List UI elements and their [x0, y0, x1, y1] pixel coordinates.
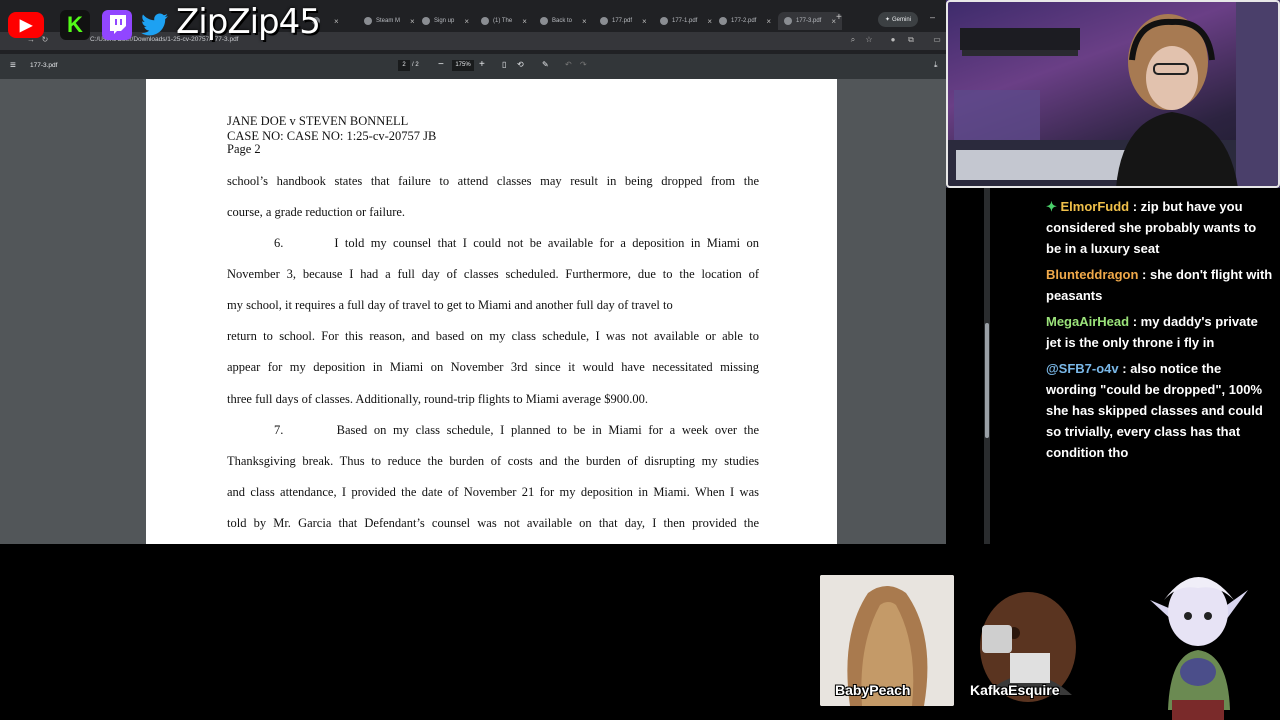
- gemini-button[interactable]: ✦ Gemini: [878, 12, 918, 27]
- sidepanel-icon[interactable]: ▭: [932, 35, 942, 45]
- profile-icon[interactable]: ●: [888, 35, 898, 45]
- close-tab-icon[interactable]: ×: [334, 17, 339, 26]
- download-icon[interactable]: ⤓: [934, 60, 938, 70]
- tab-label: 177-3.pdf: [796, 18, 822, 24]
- minimize-icon[interactable]: –: [930, 12, 935, 22]
- browser-tab[interactable]: 177.pdf ×: [600, 12, 647, 30]
- browser-tab[interactable]: 177-2.pdf ×: [719, 12, 771, 30]
- annotate-icon[interactable]: ✎: [542, 60, 549, 69]
- twitch-icon: [102, 10, 132, 40]
- tab-label: 177.pdf: [612, 18, 633, 24]
- browser-tab[interactable]: Sign up ×: [422, 12, 469, 30]
- document-line: return to school. For this reason, and b…: [227, 329, 759, 343]
- tab-label: Sign up: [434, 18, 455, 24]
- document-line: appear for my deposition in Miami on Nov…: [227, 360, 759, 374]
- browser-tab[interactable]: 177-3.pdf ×: [778, 12, 843, 30]
- chat-username[interactable]: ElmorFudd: [1061, 199, 1130, 214]
- close-tab-icon[interactable]: ×: [582, 17, 587, 26]
- document-line: 7. Based on my class schedule, I planned…: [274, 423, 759, 437]
- chat-panel: ✦ ElmorFudd : zip but have you considere…: [1046, 196, 1274, 468]
- document-line: told by Mr. Garcia that Defendant’s coun…: [227, 516, 759, 530]
- close-tab-icon[interactable]: ×: [707, 17, 712, 26]
- case-number: CASE NO: CASE NO: 1:25-cv-20757 JB: [227, 129, 437, 143]
- pdf-viewport[interactable]: JANE DOE v STEVEN BONNELL CASE NO: CASE …: [0, 79, 946, 544]
- browser-window: × Steam M × Sign up × (1) The × Back to × 177.pdf…: [0, 0, 946, 544]
- tab-favicon-icon: [422, 17, 430, 25]
- document-line: my school, it requires a full day of tra…: [227, 298, 673, 312]
- zoom-in-button[interactable]: +: [479, 59, 485, 70]
- sparkle-icon: ✦: [884, 17, 890, 23]
- tab-favicon-icon: [481, 17, 489, 25]
- chat-username[interactable]: @SFB7-o4v: [1046, 361, 1119, 376]
- rotate-icon[interactable]: ⟲: [517, 60, 524, 69]
- menu-icon[interactable]: ≡: [10, 60, 16, 71]
- chat-message: Blunteddragon : she don't flight with pe…: [1046, 264, 1274, 306]
- tab-favicon-icon: [784, 17, 792, 25]
- page-label: Page 2: [227, 142, 261, 156]
- zoom-icon[interactable]: ⌕: [848, 35, 858, 45]
- tab-favicon-icon: [600, 17, 608, 25]
- undo-icon[interactable]: ↶: [565, 60, 572, 69]
- channel-name: ZipZip45: [176, 2, 321, 42]
- youtube-icon: ▶: [8, 12, 44, 38]
- tab-label: (1) The: [493, 18, 513, 24]
- diamond-icon: ✦: [1046, 199, 1061, 214]
- browser-tab[interactable]: (1) The ×: [481, 12, 527, 30]
- tab-label: 177-1.pdf: [672, 18, 698, 24]
- document-line: and class attendance, I provided the dat…: [227, 485, 759, 499]
- document-line: school’s handbook states that failure to…: [227, 174, 759, 188]
- chat-username[interactable]: MegaAirHead: [1046, 314, 1129, 329]
- kick-icon: K: [60, 10, 90, 40]
- tab-label: Steam M: [376, 18, 401, 24]
- page-total: / 2: [412, 62, 419, 68]
- browser-tab[interactable]: Steam M ×: [364, 12, 415, 30]
- browser-tab[interactable]: Back to ×: [540, 12, 587, 30]
- fit-page-icon[interactable]: ▯: [502, 60, 506, 69]
- extensions-icon[interactable]: ⧉: [906, 35, 916, 45]
- document-line: 6. I told my counsel that I could not be…: [274, 236, 759, 250]
- star-icon[interactable]: ☆: [864, 35, 874, 45]
- stream-scene: × Steam M × Sign up × (1) The × Back to × 177.pdf…: [0, 0, 1280, 720]
- redo-icon[interactable]: ↷: [580, 60, 587, 69]
- gemini-label: Gemini: [892, 16, 912, 23]
- new-tab-button[interactable]: +: [836, 12, 842, 23]
- chat-username[interactable]: Blunteddragon: [1046, 267, 1138, 282]
- close-tab-icon[interactable]: ×: [642, 17, 647, 26]
- babypeach-name: BabyPeach: [835, 682, 911, 698]
- elf-vtuber-avatar: [1150, 577, 1248, 720]
- pdf-page: JANE DOE v STEVEN BONNELL CASE NO: CASE …: [146, 79, 837, 544]
- tab-label: 177-2.pdf: [731, 18, 757, 24]
- zoom-input[interactable]: 175%: [452, 60, 474, 71]
- tab-favicon-icon: [719, 17, 727, 25]
- close-tab-icon[interactable]: ×: [464, 17, 469, 26]
- kafka-name: KafkaEsquire: [970, 682, 1060, 698]
- twitter-icon: [140, 10, 170, 40]
- page-number-input[interactable]: 2: [398, 60, 410, 71]
- pdf-file-name: 177-3.pdf: [30, 62, 58, 69]
- browser-tab[interactable]: 177-1.pdf ×: [660, 12, 712, 30]
- social-icons: ▶ K: [8, 10, 178, 40]
- document-line: three full days of classes. Additionally…: [227, 392, 648, 406]
- close-tab-icon[interactable]: ×: [522, 17, 527, 26]
- close-tab-icon[interactable]: ×: [410, 17, 415, 26]
- tab-favicon-icon: [660, 17, 668, 25]
- document-line: course, a grade reduction or failure.: [227, 205, 406, 219]
- scrollbar-thumb[interactable]: [985, 323, 989, 438]
- zoom-out-button[interactable]: −: [438, 59, 444, 70]
- tab-label: Back to: [552, 18, 573, 24]
- case-title: JANE DOE v STEVEN BONNELL: [227, 114, 409, 128]
- webcam-border: [946, 0, 1280, 188]
- document-line: November 3, because I had a full day of …: [227, 267, 759, 281]
- chat-message: @SFB7-o4v : also notice the wording "cou…: [1046, 358, 1274, 463]
- chat-message: MegaAirHead : my daddy's private jet is …: [1046, 311, 1274, 353]
- tab-favicon-icon: [364, 17, 372, 25]
- close-tab-icon[interactable]: ×: [766, 17, 771, 26]
- chat-message: ✦ ElmorFudd : zip but have you considere…: [1046, 196, 1274, 259]
- tab-favicon-icon: [540, 17, 548, 25]
- document-line: Thanksgiving break. Thus to reduce the b…: [227, 454, 759, 468]
